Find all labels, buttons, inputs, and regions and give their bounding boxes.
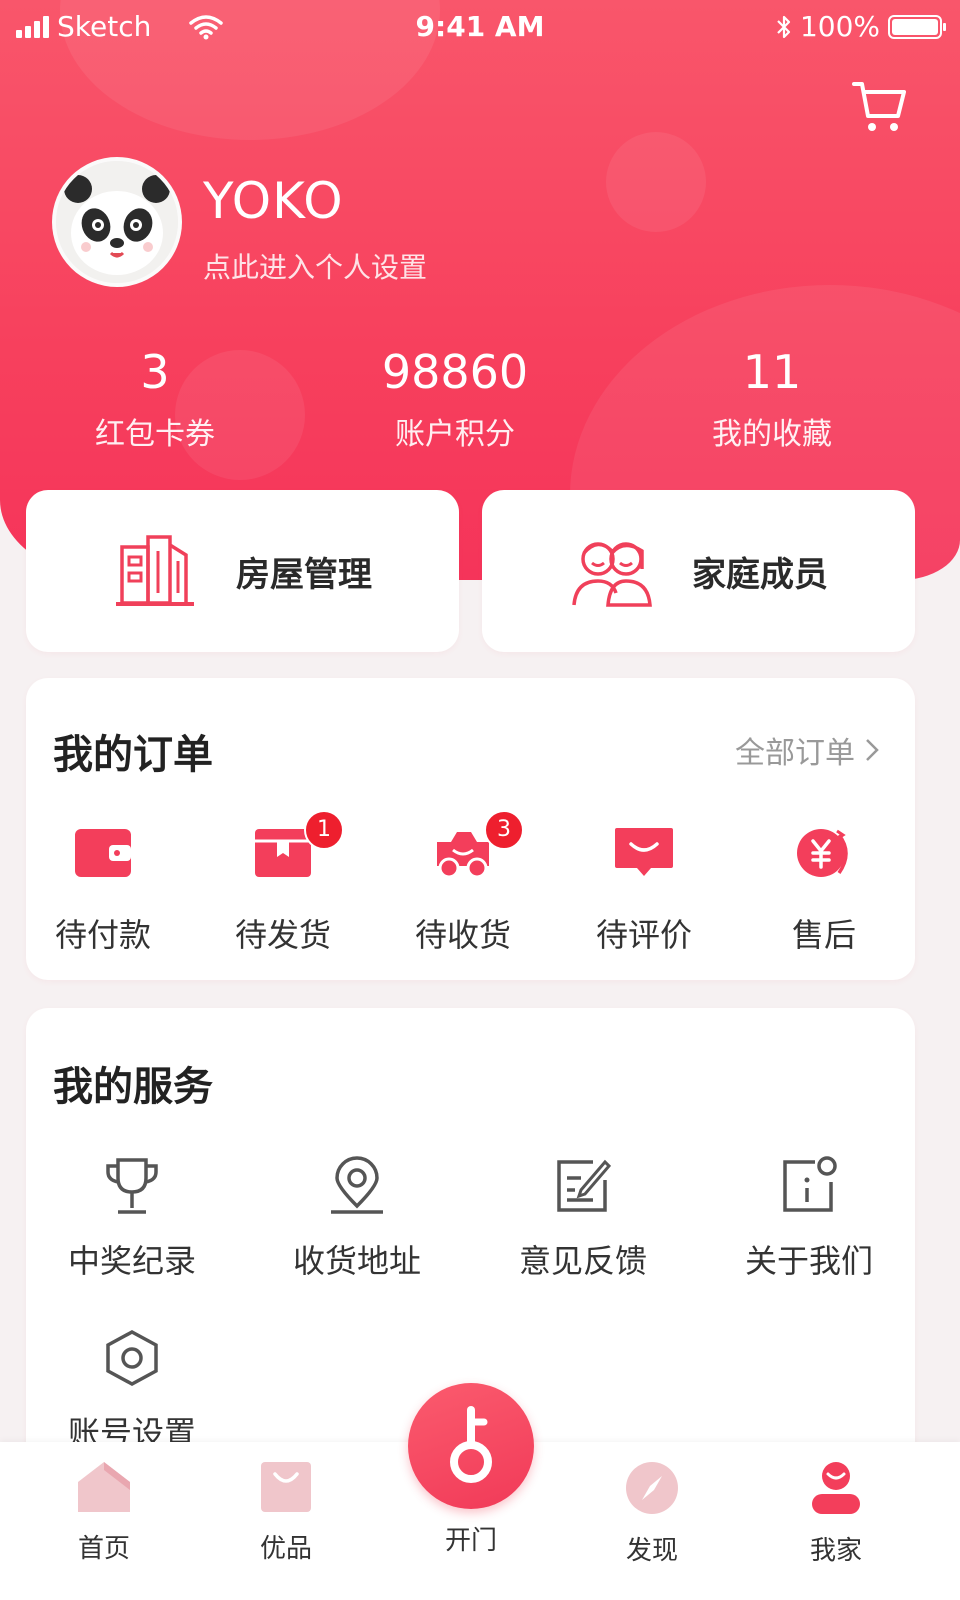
service-label: 收货地址 <box>292 1242 421 1280</box>
avatar[interactable] <box>52 157 182 287</box>
order-item-label: 待评价 <box>595 916 692 954</box>
service-shipping-address[interactable]: 收货地址 <box>257 1156 457 1282</box>
stat-label: 账户积分 <box>395 417 515 452</box>
battery-icon <box>888 14 946 39</box>
status-bar: Sketch 9:41 AM 100% <box>0 0 960 56</box>
order-after-sales[interactable]: 售后 <box>739 818 909 956</box>
bluetooth-icon <box>777 15 791 38</box>
order-item-label: 售后 <box>791 916 856 954</box>
wallet-icon <box>75 829 131 877</box>
location-pin-icon <box>331 1156 383 1214</box>
family-members-card[interactable]: 家庭成员 <box>482 490 915 652</box>
status-right: 100% <box>776 10 946 43</box>
compass-icon <box>626 1462 678 1514</box>
tab-label: 发现 <box>625 1536 678 1566</box>
services-title: 我的服务 <box>53 1064 213 1110</box>
home-icon <box>78 1462 130 1512</box>
settings-hexagon-icon <box>106 1330 158 1386</box>
stat-value: 98860 <box>381 345 529 399</box>
service-about-us[interactable]: 关于我们 <box>709 1156 909 1282</box>
stat-value: 3 <box>140 345 170 399</box>
chevron-right-icon <box>866 739 879 761</box>
all-orders-link[interactable]: 全部订单 <box>735 728 879 772</box>
order-pending-shipment[interactable]: 1 待发货 <box>198 810 368 956</box>
service-label: 中奖纪录 <box>67 1242 196 1280</box>
order-item-label: 待收货 <box>414 916 511 954</box>
panda-avatar-icon <box>56 161 178 283</box>
decor-bubble <box>606 132 706 232</box>
all-orders-label: 全部订单 <box>735 736 855 771</box>
profile-settings-link[interactable]: 点此进入个人设置 <box>203 246 427 286</box>
order-pending-payment[interactable]: 待付款 <box>18 818 188 956</box>
tab-products[interactable]: 优品 <box>216 1460 356 1565</box>
building-icon <box>116 535 194 606</box>
trophy-icon <box>106 1158 158 1214</box>
stat-favorites[interactable]: 11 我的收藏 <box>642 345 902 453</box>
feedback-edit-icon <box>557 1159 612 1212</box>
order-pending-review[interactable]: 待评价 <box>559 818 729 956</box>
tab-label: 我家 <box>809 1536 862 1566</box>
username[interactable]: YOKO <box>203 172 344 230</box>
stat-points[interactable]: 98860 账户积分 <box>325 345 585 453</box>
service-prize-records[interactable]: 中奖纪录 <box>32 1156 232 1282</box>
comment-icon <box>615 828 673 876</box>
orders-card: 我的订单 全部订单 待付款 1 待发货 3 待收货 待评价 售后 <box>26 678 915 980</box>
tab-label: 优品 <box>259 1534 312 1564</box>
service-account-settings[interactable]: 账号设置 <box>32 1328 232 1454</box>
profile-icon <box>812 1462 860 1514</box>
service-feedback[interactable]: 意见反馈 <box>483 1156 683 1282</box>
stat-coupons[interactable]: 3 红包卡券 <box>25 345 285 453</box>
service-label: 关于我们 <box>744 1242 873 1280</box>
cart-icon <box>852 82 906 131</box>
tab-open-door-label: 开门 <box>444 1526 497 1556</box>
family-members-label: 家庭成员 <box>692 554 828 595</box>
tab-label: 首页 <box>77 1534 130 1564</box>
refund-yen-icon <box>797 829 848 877</box>
house-management-label: 房屋管理 <box>236 554 372 595</box>
house-management-card[interactable]: 房屋管理 <box>26 490 459 652</box>
stat-value: 11 <box>742 345 802 399</box>
orders-title: 我的订单 <box>53 732 213 778</box>
tab-discover[interactable]: 发现 <box>582 1460 722 1567</box>
family-icon <box>572 542 652 607</box>
stat-label: 红包卡券 <box>95 417 215 452</box>
key-icon <box>450 1406 492 1483</box>
order-badge: 3 <box>484 810 524 850</box>
shopping-bag-icon <box>261 1462 311 1512</box>
order-badge: 1 <box>304 810 344 850</box>
open-door-button[interactable] <box>408 1383 534 1509</box>
tab-home[interactable]: 首页 <box>34 1460 174 1565</box>
service-label: 意见反馈 <box>518 1242 647 1280</box>
order-item-label: 待付款 <box>54 916 151 954</box>
stat-label: 我的收藏 <box>712 417 832 452</box>
battery-percent: 100% <box>799 10 880 43</box>
order-pending-receipt[interactable]: 3 待收货 <box>378 810 548 956</box>
info-icon <box>783 1156 837 1212</box>
tab-my-home[interactable]: 我家 <box>766 1460 906 1567</box>
cart-button[interactable] <box>852 80 908 138</box>
order-item-label: 待发货 <box>234 916 331 954</box>
